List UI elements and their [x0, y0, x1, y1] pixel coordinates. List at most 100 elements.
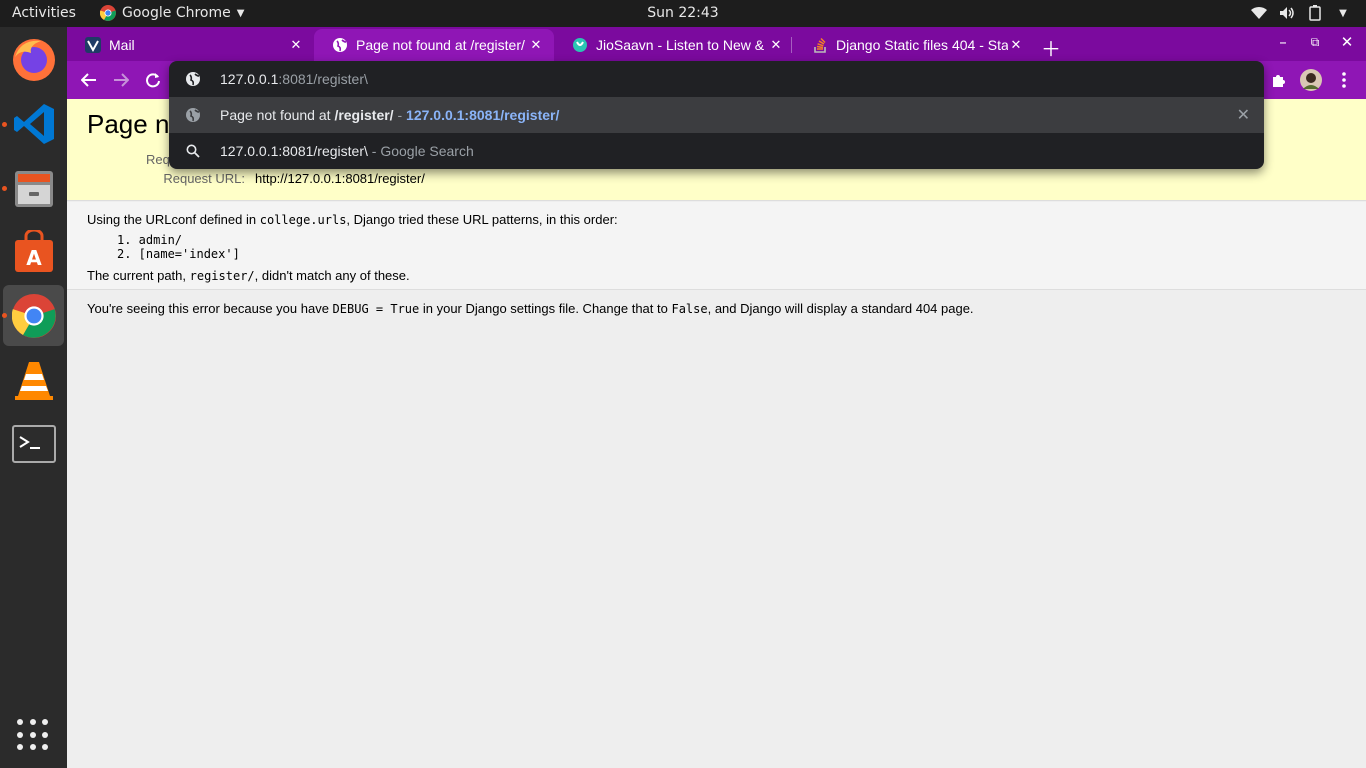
running-indicator [2, 186, 7, 191]
reload-button[interactable] [142, 69, 164, 91]
dock-software-center[interactable]: A [3, 221, 64, 282]
suggestion-url: 127.0.0.1:8081/register/ [406, 107, 560, 123]
suggestion-text: 127.0.0.1:8081/register\ - Google Search [220, 143, 474, 159]
debug-explanation: You're seeing this error because you hav… [87, 301, 974, 316]
suggestion-history[interactable]: Page not found at /register/ - 127.0.0.1… [169, 97, 1264, 133]
forward-button[interactable] [110, 69, 132, 91]
debug-prefix: You're seeing this error because you hav… [87, 301, 333, 316]
show-applications-icon[interactable] [17, 719, 49, 751]
chevron-down-icon: ▼ [1339, 7, 1347, 19]
dock-vscode[interactable] [3, 93, 64, 154]
chrome-menu-button[interactable] [1333, 69, 1355, 91]
close-icon[interactable]: ✕ [528, 37, 544, 53]
activities-button[interactable]: Activities [12, 5, 76, 21]
debug-code: DEBUG = True [332, 302, 420, 316]
urlconf-prefix: Using the URLconf defined in [87, 212, 260, 227]
dock-files[interactable] [3, 157, 64, 218]
current-path: register/ [189, 269, 255, 283]
software-bag-icon: A [14, 229, 53, 272]
firefox-icon [12, 38, 55, 81]
suggestion-bold: /register/ [334, 107, 394, 123]
urlconf-module: college.urls [259, 213, 347, 227]
clock[interactable]: Sun 22:43 [647, 5, 718, 21]
profile-avatar[interactable] [1300, 69, 1322, 91]
urlconf-suffix: , Django tried these URL patterns, in th… [346, 212, 618, 227]
running-indicator [2, 313, 7, 318]
current-path-suffix: , didn't match any of these. [254, 268, 410, 283]
search-query: 127.0.0.1:8081/register\ [220, 143, 368, 159]
list-item: 1. admin/ [117, 233, 183, 247]
close-icon[interactable]: ✕ [1008, 37, 1024, 53]
tab-title: Mail [109, 37, 135, 53]
tab-page-not-found[interactable]: Page not found at /register/ ✕ [314, 29, 554, 61]
search-icon [185, 143, 201, 159]
tab-title: JioSaavn - Listen to New & Old Songs [596, 37, 768, 53]
extensions-button[interactable] [1268, 69, 1290, 91]
current-path-prefix: The current path, [87, 268, 190, 283]
chevron-down-icon: ▼ [236, 7, 245, 19]
page-content: Page not found (404) Request Method: Req… [67, 99, 1366, 768]
current-path-info: The current path, register/, didn't matc… [87, 268, 410, 283]
tab-jiosaavn[interactable]: JioSaavn - Listen to New & Old Songs ✕ [554, 29, 794, 61]
arrow-right-icon [114, 73, 129, 87]
jiosaavn-icon [572, 37, 588, 53]
urlconf-info: Using the URLconf defined in college.url… [87, 212, 618, 227]
suggestion-prefix: Page not found at [220, 107, 335, 123]
globe-icon [185, 107, 201, 123]
tab-strip: Mail ✕ Page not found at /register/ ✕ Ji… [67, 27, 1366, 61]
tab-mail[interactable]: Mail ✕ [67, 29, 314, 61]
debug-mid: in your Django settings file. Change tha… [419, 301, 672, 316]
gnome-top-bar: Activities Google Chrome ▼ Sun 22:43 ▼ [0, 0, 1366, 27]
app-menu[interactable]: Google Chrome ▼ [100, 5, 244, 21]
search-suffix: - Google Search [367, 143, 474, 159]
tab-stackoverflow[interactable]: Django Static files 404 - Stack Overflow… [794, 29, 1034, 61]
app-name: Google Chrome [122, 5, 231, 21]
vlc-cone-icon [14, 361, 53, 400]
kebab-menu-icon [1342, 72, 1346, 88]
battery-icon [1306, 4, 1324, 22]
address-rest: :8081/register\ [278, 71, 368, 87]
address-input[interactable]: 127.0.0.1:8081/register\ [220, 71, 368, 87]
omnibox-dropdown: 127.0.0.1:8081/register\ Page not found … [169, 61, 1264, 169]
volume-icon [1278, 4, 1296, 22]
back-button[interactable] [78, 69, 100, 91]
list-item: 2. [name='index'] [117, 247, 240, 261]
stackoverflow-icon [812, 37, 828, 53]
dock-terminal[interactable] [3, 413, 64, 474]
dock-firefox[interactable] [3, 29, 64, 90]
suggestion-separator: - [393, 107, 407, 123]
maximize-button[interactable]: ⧉ [1305, 35, 1325, 50]
globe-icon [332, 37, 348, 53]
reload-icon [146, 73, 160, 88]
address-bar[interactable]: 127.0.0.1:8081/register\ [169, 61, 1264, 97]
new-tab-button[interactable]: ＋ [1041, 33, 1061, 62]
address-host: 127.0.0.1 [220, 71, 279, 87]
tab-title: Django Static files 404 - Stack Overflow [836, 37, 1008, 53]
mail-v-icon [85, 37, 101, 53]
error-info: Using the URLconf defined in college.url… [67, 202, 1366, 290]
running-indicator [2, 122, 7, 127]
suggestion-search[interactable]: 127.0.0.1:8081/register\ - Google Search [169, 133, 1264, 169]
request-url-value: http://127.0.0.1:8081/register/ [255, 171, 425, 186]
dock-vlc[interactable] [3, 349, 64, 410]
vscode-icon [13, 103, 54, 144]
dock-chrome[interactable] [3, 285, 64, 346]
arrow-left-icon [81, 73, 96, 87]
system-tray[interactable]: ▼ [1250, 4, 1352, 22]
close-icon[interactable]: ✕ [768, 37, 784, 53]
svg-text:A: A [26, 246, 42, 270]
dock: A [0, 27, 67, 768]
debug-suffix: , and Django will display a standard 404… [707, 301, 974, 316]
avatar [1300, 69, 1322, 91]
remove-suggestion-button[interactable]: ✕ [1237, 105, 1250, 125]
request-url-label: Request URL: [163, 171, 245, 186]
close-window-button[interactable]: ✕ [1337, 33, 1357, 51]
tab-separator [791, 37, 792, 53]
wifi-icon [1250, 4, 1268, 22]
minimize-button[interactable]: – [1273, 33, 1293, 51]
globe-icon [185, 71, 201, 87]
close-icon[interactable]: ✕ [288, 37, 304, 53]
url-patterns-list: 1. admin/ 2. [name='index'] [117, 233, 240, 261]
tab-title: Page not found at /register/ [356, 37, 525, 53]
suggestion-text: Page not found at /register/ - 127.0.0.1… [220, 107, 559, 123]
